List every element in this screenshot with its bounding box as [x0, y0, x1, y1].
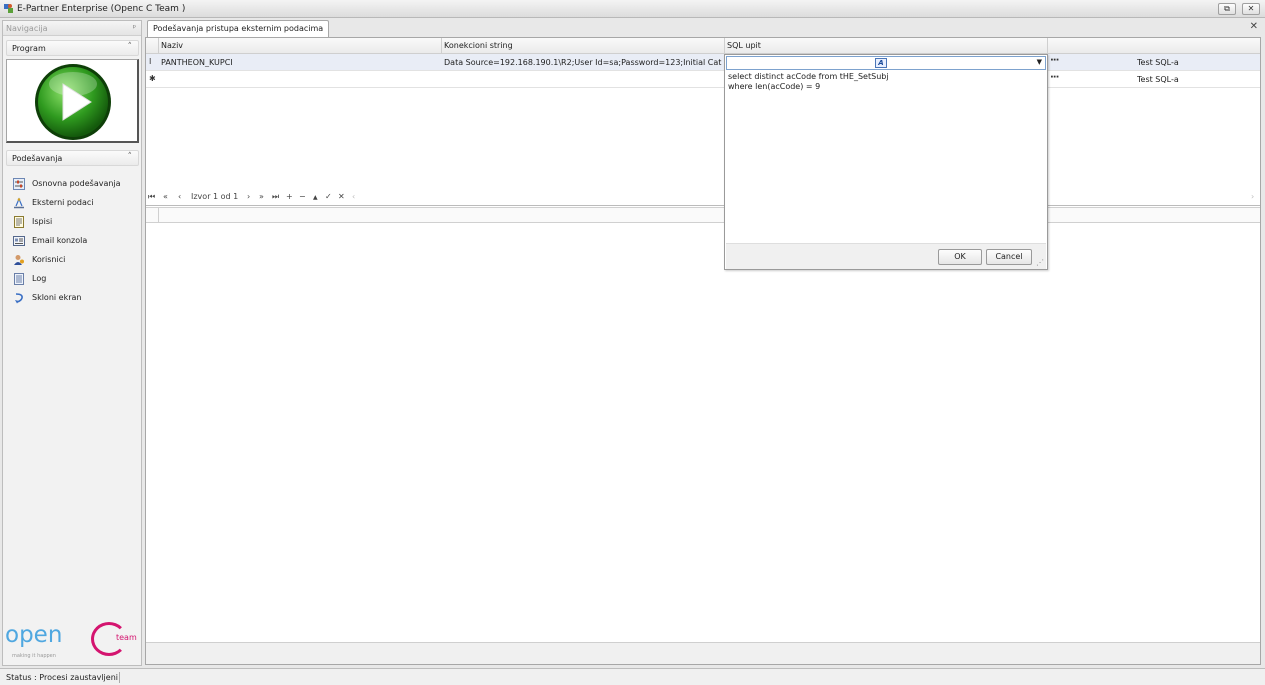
nav-item-label: Skloni ekran	[32, 293, 82, 302]
restore-button[interactable]: ⧉	[1218, 3, 1236, 15]
sql-editor-popup: A ▼ select distinct acCode from tHE_SetS…	[724, 54, 1048, 270]
cell-naziv[interactable]: PANTHEON_KUPCI	[161, 58, 439, 67]
nav-item-log[interactable]: Log	[13, 272, 138, 286]
table-row[interactable]: I PANTHEON_KUPCI Data Source=192.168.190…	[146, 54, 1260, 71]
sql-editor-combo[interactable]: A ▼	[726, 56, 1046, 70]
navigation-pane: Navigacija ᵖ Program ˄ Podešavanja ˄ Osn…	[2, 20, 142, 666]
title-bar: E-Partner Enterprise (Openc C Team ) ⧉ ✕	[0, 0, 1265, 18]
row-indicator: I	[149, 57, 152, 66]
settings-sliders-icon	[13, 178, 25, 190]
nav-item-email-konzola[interactable]: Email konzola	[13, 234, 138, 248]
detail-grid-header	[146, 207, 1260, 223]
column-divider	[158, 38, 159, 54]
nav-item-eksterni-podaci[interactable]: Eksterni podaci	[13, 196, 138, 210]
resize-grip-icon[interactable]: ⋰	[1036, 258, 1044, 267]
logo-word: open	[5, 622, 63, 648]
cell-konekcioni-string[interactable]: Data Source=192.168.190.1\R2;User Id=sa;…	[444, 58, 722, 67]
chevron-up-icon[interactable]: ˄	[128, 152, 133, 162]
hide-screen-icon	[15, 293, 23, 304]
sql-text-area[interactable]: select distinct acCode from tHE_SetSubj …	[728, 72, 1044, 242]
scroll-left-button[interactable]: ‹	[352, 192, 355, 201]
column-header-sql-upit[interactable]: SQL upit	[727, 41, 761, 50]
users-icon	[14, 255, 24, 265]
play-icon	[35, 64, 111, 140]
main-content: Naziv Konekcioni string SQL upit I PANTH…	[145, 37, 1261, 665]
test-sql-button[interactable]: Test SQL-a	[1137, 58, 1179, 67]
nav-item-korisnici[interactable]: Korisnici	[13, 253, 138, 267]
app-icon	[4, 4, 13, 13]
first-record-button[interactable]: ⏮	[148, 192, 155, 202]
logo-team: team	[116, 633, 137, 642]
status-separator	[119, 672, 120, 683]
navigation-title: Navigacija	[6, 24, 48, 33]
grid-splitter[interactable]	[146, 205, 1260, 206]
ellipsis-button[interactable]: ···	[1050, 55, 1059, 66]
record-navigator: ⏮ « ‹ Izvor 1 od 1 › » ⏭ + − ▲ ✓ ✕ ‹	[148, 191, 368, 205]
grid-header: Naziv Konekcioni string SQL upit	[146, 38, 1260, 54]
close-window-button[interactable]: ✕	[1242, 3, 1260, 15]
column-header-naziv[interactable]: Naziv	[161, 41, 183, 50]
nav-item-label: Email konzola	[32, 236, 88, 245]
cancel-button[interactable]: Cancel	[986, 249, 1032, 265]
test-sql-button[interactable]: Test SQL-a	[1137, 75, 1179, 84]
group-program-label: Program	[12, 44, 46, 53]
record-position-text: Izvor 1 od 1	[191, 192, 239, 201]
start-program-button[interactable]	[6, 59, 139, 143]
previous-page-button[interactable]: «	[163, 192, 168, 201]
ellipsis-button[interactable]: ···	[1050, 72, 1059, 83]
last-record-button[interactable]: ⏭	[272, 192, 279, 202]
window-title: E-Partner Enterprise (Openc C Team )	[17, 4, 186, 14]
chevron-up-icon[interactable]: ˄	[128, 42, 133, 52]
next-record-button[interactable]: ›	[247, 192, 250, 201]
add-record-button[interactable]: +	[286, 192, 293, 201]
group-podesavanja-label: Podešavanja	[12, 154, 63, 163]
group-program[interactable]: Program ˄	[6, 40, 139, 56]
status-text: Status : Procesi zaustavljeni	[6, 673, 118, 682]
save-record-button[interactable]: ✓	[325, 192, 332, 201]
column-divider[interactable]	[1047, 38, 1048, 54]
group-podesavanja[interactable]: Podešavanja ˄	[6, 150, 139, 166]
ok-button[interactable]: OK	[938, 249, 982, 265]
nav-item-label: Ispisi	[32, 217, 53, 226]
dropdown-arrow-icon[interactable]: ▼	[1037, 58, 1042, 66]
nav-item-ispisi[interactable]: Ispisi	[13, 215, 138, 229]
nav-item-skloni-ekran[interactable]: Skloni ekran	[13, 291, 138, 305]
print-report-icon	[14, 216, 24, 228]
tab-label: Podešavanja pristupa eksternim podacima	[153, 24, 324, 33]
column-divider	[158, 208, 159, 223]
nav-item-label: Osnovna podešavanja	[32, 179, 121, 188]
new-row-indicator: ✱	[149, 74, 156, 83]
document-tab-strip: Podešavanja pristupa eksternim podacima …	[145, 19, 1263, 37]
text-format-icon[interactable]: A	[875, 58, 887, 68]
next-page-button[interactable]: »	[259, 192, 264, 201]
previous-record-button[interactable]: ‹	[178, 192, 181, 201]
nav-item-label: Korisnici	[32, 255, 66, 264]
pin-icon[interactable]: ᵖ	[133, 23, 136, 32]
move-up-button[interactable]: ▲	[313, 194, 318, 201]
log-document-icon	[14, 273, 24, 285]
column-divider[interactable]	[724, 38, 725, 54]
column-header-konekcioni-string[interactable]: Konekcioni string	[444, 41, 513, 50]
nav-item-osnovna-podesavanja[interactable]: Osnovna podešavanja	[13, 177, 138, 191]
email-console-icon	[13, 236, 25, 246]
openc-team-logo: open team making it happen	[3, 621, 141, 663]
sql-editor-footer: OK Cancel ⋰	[726, 243, 1046, 269]
scroll-right-button[interactable]: ›	[1251, 192, 1254, 201]
logo-slogan: making it happen	[12, 653, 56, 659]
table-row[interactable]: ✱ ··· Test SQL-a	[146, 71, 1260, 88]
cancel-edit-button[interactable]: ✕	[338, 192, 345, 201]
content-footer	[146, 642, 1260, 664]
external-data-icon	[14, 197, 24, 209]
nav-item-label: Log	[32, 274, 47, 283]
navigation-header: Navigacija ᵖ	[3, 21, 141, 36]
remove-record-button[interactable]: −	[299, 192, 306, 201]
nav-item-label: Eksterni podaci	[32, 198, 94, 207]
tab-podesavanja-pristupa[interactable]: Podešavanja pristupa eksternim podacima	[147, 20, 330, 37]
close-tab-icon[interactable]: ✕	[1250, 21, 1258, 32]
status-bar: Status : Procesi zaustavljeni	[0, 668, 1265, 685]
column-divider[interactable]	[441, 38, 442, 54]
